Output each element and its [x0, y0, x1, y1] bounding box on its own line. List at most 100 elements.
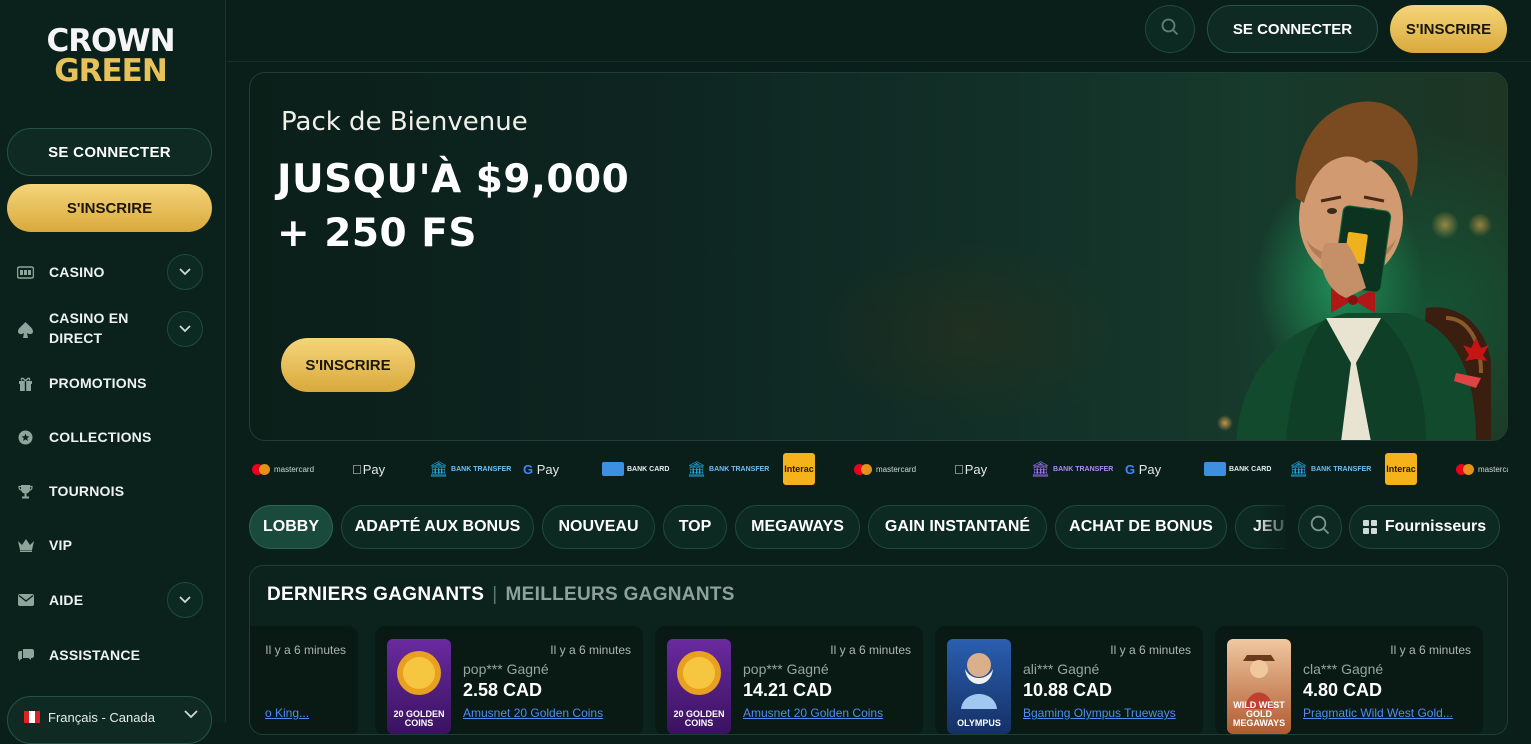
- sidebar-item-label: VIP: [49, 537, 73, 553]
- hero-character-illustration: [1236, 101, 1491, 440]
- winners-panel: DERNIERS GAGNANTS | MEILLEURS GAGNANTS Il …: [249, 565, 1508, 735]
- bank-transfer-logo: 🏛 BANK TRANSFER: [1031, 461, 1114, 478]
- mastercard-logo: mastercard: [1456, 452, 1508, 486]
- thumb-title: 20 GOLDEN COINS: [393, 709, 445, 728]
- welcome-banner[interactable]: Pack de Bienvenue JUSQU'À $9,000 + 250 F…: [249, 72, 1508, 441]
- hero-title: JUSQU'À $9,000 + 250 FS: [277, 153, 629, 261]
- game-search-button[interactable]: [1298, 505, 1342, 549]
- winner-card[interactable]: Il y a 6 minutes o King...: [250, 626, 358, 734]
- interac-logo: Interac: [783, 452, 815, 486]
- winner-game-link[interactable]: Amusnet 20 Golden Coins: [743, 706, 883, 720]
- game-thumbnail[interactable]: 20 GOLDEN COINS: [667, 639, 731, 734]
- golden-coin-icon: [677, 651, 721, 695]
- winner-amount: 10.88 CAD: [1023, 680, 1113, 700]
- winner-time: Il y a 6 minutes: [830, 643, 911, 657]
- winner-card[interactable]: WILD WEST GOLD MEGAWAYS Il y a 6 minutes…: [1215, 626, 1483, 734]
- google-pay-logo: G Pay: [1125, 461, 1162, 477]
- sidebar-item-promotions[interactable]: PROMOTIONS: [0, 373, 226, 393]
- game-thumbnail[interactable]: WILD WEST GOLD MEGAWAYS: [1227, 639, 1291, 734]
- winner-game-link[interactable]: Pragmatic Wild West Gold...: [1303, 706, 1453, 720]
- tab-new[interactable]: NOUVEAU: [542, 505, 655, 549]
- tab-bonus-friendly[interactable]: ADAPTÉ AUX BONUS: [341, 505, 534, 549]
- mastercard-logo: mastercard: [854, 452, 916, 486]
- winner-card[interactable]: OLYMPUS Il y a 6 minutes ali*** Gagné 10…: [935, 626, 1203, 734]
- language-label: Français - Canada: [48, 710, 155, 725]
- game-thumbnail[interactable]: 20 GOLDEN COINS: [387, 639, 451, 734]
- winner-card[interactable]: 20 GOLDEN COINS Il y a 6 minutes pop*** …: [655, 626, 923, 734]
- header-signup-button[interactable]: S'INSCRIRE: [1390, 5, 1507, 53]
- bank-transfer-logo: 🏛 BANK TRANSFER: [687, 461, 770, 478]
- chat-icon: [17, 647, 34, 664]
- sidebar-item-collections[interactable]: COLLECTIONS: [0, 427, 226, 447]
- sidebar-item-label: PROMOTIONS: [49, 375, 147, 391]
- winner-amount: 14.21 CAD: [743, 680, 833, 700]
- sidebar-item-support[interactable]: ASSISTANCE: [0, 645, 226, 665]
- sidebar-item-live-casino[interactable]: CASINO EN DIRECT: [0, 308, 226, 350]
- hero-signup-button[interactable]: S'INSCRIRE: [281, 338, 415, 392]
- sidebar-item-label: AIDE: [49, 592, 84, 608]
- search-icon: [1310, 515, 1330, 540]
- bank-transfer-logo: 🏛 BANK TRANSFER: [1289, 461, 1372, 478]
- winner-amount: 2.58 CAD: [463, 680, 543, 700]
- hero-title-line2: + 250 FS: [277, 211, 477, 256]
- sidebar-item-tournaments[interactable]: TOURNOIS: [0, 481, 226, 501]
- crown-icon: [17, 537, 34, 554]
- search-button[interactable]: [1145, 5, 1195, 53]
- tab-instant-win[interactable]: GAIN INSTANTANÉ: [868, 505, 1047, 549]
- logo-line2: GREEN: [54, 53, 168, 89]
- hero-title-line1: JUSQU'À $9,000: [277, 157, 630, 202]
- providers-button[interactable]: Fournisseurs: [1349, 505, 1500, 549]
- language-selector[interactable]: Français - Canada: [7, 696, 212, 744]
- winner-user: pop*** Gagné: [463, 661, 549, 677]
- apple-pay-logo: Pay: [352, 461, 385, 477]
- game-thumbnail[interactable]: OLYMPUS: [947, 639, 1011, 734]
- tab-top[interactable]: TOP: [663, 505, 727, 549]
- tab-top-winners[interactable]: MEILLEURS GAGNANTS: [506, 584, 735, 605]
- header-login-button[interactable]: SE CONNECTER: [1207, 5, 1378, 53]
- winners-header: DERNIERS GAGNANTS | MEILLEURS GAGNANTS: [267, 584, 735, 606]
- payment-methods-strip: mastercard Pay 🏛BANK TRANSFER G Pay BAN…: [249, 452, 1508, 486]
- tab-bonus-buy[interactable]: ACHAT DE BONUS: [1055, 505, 1227, 549]
- sidebar-item-help[interactable]: AIDE: [0, 582, 226, 618]
- gift-icon: [17, 375, 34, 392]
- winner-time: Il y a 6 minutes: [265, 643, 346, 657]
- chevron-down-icon[interactable]: [167, 311, 203, 347]
- search-icon: [1161, 18, 1179, 41]
- grid-icon: [1362, 520, 1377, 534]
- interac-logo: Interac: [1385, 452, 1417, 486]
- winner-user: pop*** Gagné: [743, 661, 829, 677]
- winner-card[interactable]: 20 GOLDEN COINS Il y a 6 minutes pop*** …: [375, 626, 643, 734]
- sidebar-item-label: ASSISTANCE: [49, 647, 141, 663]
- chevron-down-icon[interactable]: [167, 582, 203, 618]
- thumb-title: OLYMPUS: [957, 718, 1001, 728]
- tabs-fade: [1255, 505, 1293, 549]
- winner-game-link[interactable]: Bgaming Olympus Trueways: [1023, 706, 1176, 720]
- winner-user: cla*** Gagné: [1303, 661, 1384, 677]
- winner-time: Il y a 6 minutes: [550, 643, 631, 657]
- sidebar-item-casino[interactable]: CASINO: [0, 254, 226, 290]
- tab-megaways[interactable]: MEGAWAYS: [735, 505, 860, 549]
- bank-card-logo: BANK CARD: [1204, 452, 1271, 486]
- winner-game-link[interactable]: Amusnet 20 Golden Coins: [463, 706, 603, 720]
- winner-time: Il y a 6 minutes: [1390, 643, 1471, 657]
- crown-green-logo[interactable]: CROWN GREEN: [38, 26, 183, 88]
- sidebar-login-button[interactable]: SE CONNECTER: [7, 128, 212, 176]
- spade-icon: [17, 321, 34, 338]
- thumb-title: 20 GOLDEN COINS: [673, 709, 725, 728]
- winner-time: Il y a 6 minutes: [1110, 643, 1191, 657]
- bank-transfer-logo: 🏛 BANK TRANSFER: [429, 461, 512, 478]
- golden-coin-icon: [397, 651, 441, 695]
- sidebar-item-vip[interactable]: VIP: [0, 535, 226, 555]
- tab-latest-winners[interactable]: DERNIERS GAGNANTS: [267, 584, 484, 605]
- hero-subtitle: Pack de Bienvenue: [281, 107, 528, 137]
- sidebar-item-label: CASINO EN DIRECT: [49, 310, 129, 346]
- cowgirl-figure-icon: [1243, 655, 1275, 709]
- chevron-down-icon[interactable]: [167, 254, 203, 290]
- trophy-icon: [17, 483, 34, 500]
- winners-separator: |: [492, 584, 498, 605]
- tab-lobby[interactable]: LOBBY: [249, 505, 333, 549]
- google-pay-logo: G Pay: [523, 461, 560, 477]
- sidebar-signup-button[interactable]: S'INSCRIRE: [7, 184, 212, 232]
- sidebar-item-label: COLLECTIONS: [49, 429, 152, 445]
- winner-game-link[interactable]: o King...: [265, 706, 309, 720]
